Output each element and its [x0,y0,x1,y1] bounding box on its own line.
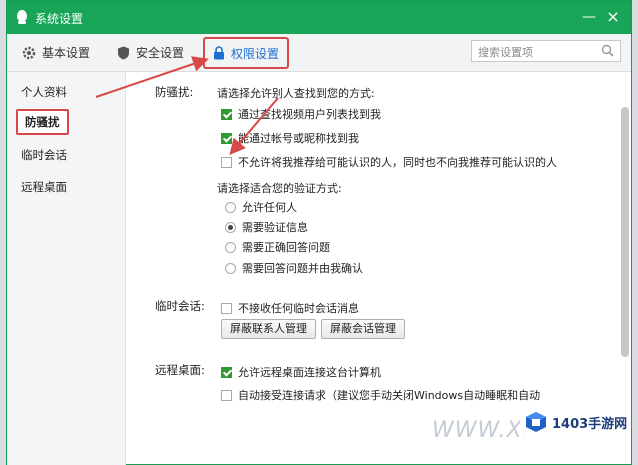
verify-methods-title: 请选择适合您的验证方式: [217,182,342,195]
find-option-video-list[interactable]: 通过查找视频用户列表找到我 [221,106,381,122]
sidebar-item-remote-desktop[interactable]: 远程桌面 [21,179,67,195]
checkbox[interactable] [221,366,232,378]
tab-label: 安全设置 [136,46,185,60]
radio-button[interactable] [225,262,236,274]
search-input[interactable]: 搜索设置项 [471,40,621,62]
lock-icon [214,46,224,60]
find-option-no-recommend[interactable]: 不允许将我推荐给可能认识的人，同时也不向我推荐可能认识的人 [221,154,557,170]
checkbox[interactable] [221,389,232,401]
tab-security-settings[interactable]: 安全设置 [117,34,184,71]
watermark-logo: 1403手游网 [520,404,628,440]
option-label: 允许远程桌面连接这台计算机 [238,366,381,379]
remote-auto-accept-option[interactable]: 自动接受连接请求（建议您手动关闭Windows自动睡眠和自动 [221,387,540,403]
option-label: 不接收任何临时会话消息 [238,302,359,315]
watermark-brand: 1403手游网 [552,416,628,432]
verify-option-correct-answer[interactable]: 需要正确回答问题 [225,239,330,255]
verify-option-anyone[interactable]: 允许任何人 [225,199,297,215]
verify-option-info[interactable]: 需要验证信息 [225,219,308,235]
anti-harass-label: 防骚扰: [155,85,194,99]
option-label: 需要验证信息 [242,221,308,234]
option-label: 需要回答问题并由我确认 [242,262,363,275]
tab-bar: 基本设置 安全设置 权限设置 搜索设置项 [7,34,631,72]
settings-window: 系统设置 — × 基本设置 安全设置 权限设置 搜索设置项 个人资料 防骚扰 临… [6,0,632,465]
tab-basic-settings[interactable]: 基本设置 [22,34,90,71]
temp-session-label: 临时会话: [155,299,205,313]
temp-session-block-option[interactable]: 不接收任何临时会话消息 [221,300,359,316]
close-button[interactable]: × [603,7,623,27]
remote-allow-option[interactable]: 允许远程桌面连接这台计算机 [221,364,381,380]
title-bar: 系统设置 — × [7,1,631,34]
window-title: 系统设置 [35,12,84,26]
option-label: 自动接受连接请求（建议您手动关闭Windows自动睡眠和自动 [238,389,541,402]
vertical-scrollbar[interactable] [621,107,629,357]
sidebar-item-temp-session[interactable]: 临时会话 [21,147,67,163]
radio-button[interactable] [225,241,236,253]
checkbox[interactable] [221,108,232,120]
blocked-sessions-button[interactable]: 屏蔽会话管理 [321,319,405,339]
tab-label: 基本设置 [42,46,91,60]
option-label: 通过查找视频用户列表找到我 [238,108,381,121]
minimize-button[interactable]: — [579,7,599,27]
sidebar-item-anti-harass[interactable]: 防骚扰 [16,109,69,135]
search-icon[interactable] [601,44,614,57]
verify-option-answer-confirm[interactable]: 需要回答问题并由我确认 [225,260,363,276]
gear-icon [22,46,36,59]
remote-desktop-label: 远程桌面: [155,363,205,377]
option-label: 能通过帐号或昵称找到我 [238,132,359,145]
checkbox[interactable] [221,302,232,314]
checkbox[interactable] [221,156,232,168]
sidebar: 个人资料 防骚扰 临时会话 远程桌面 [7,72,126,465]
find-option-account-nickname[interactable]: 能通过帐号或昵称找到我 [221,130,359,146]
option-label: 不允许将我推荐给可能认识的人，同时也不向我推荐可能认识的人 [238,156,557,169]
shield-icon [118,46,129,59]
tab-permission-settings[interactable]: 权限设置 [203,37,290,69]
option-label: 允许任何人 [242,201,297,214]
app-logo-icon [17,10,27,24]
cube-icon [526,412,546,432]
radio-button[interactable] [225,221,236,233]
option-label: 需要正确回答问题 [242,241,330,254]
search-placeholder: 搜索设置项 [478,46,533,59]
tab-label: 权限设置 [231,46,280,61]
sidebar-item-profile[interactable]: 个人资料 [21,84,67,100]
blocked-contacts-button[interactable]: 屏蔽联系人管理 [221,319,316,339]
radio-button[interactable] [225,201,236,213]
find-methods-title: 请选择允许别人查找到您的方式: [217,87,375,100]
watermark-text: WWW.XI [432,418,531,443]
checkbox[interactable] [221,132,232,144]
